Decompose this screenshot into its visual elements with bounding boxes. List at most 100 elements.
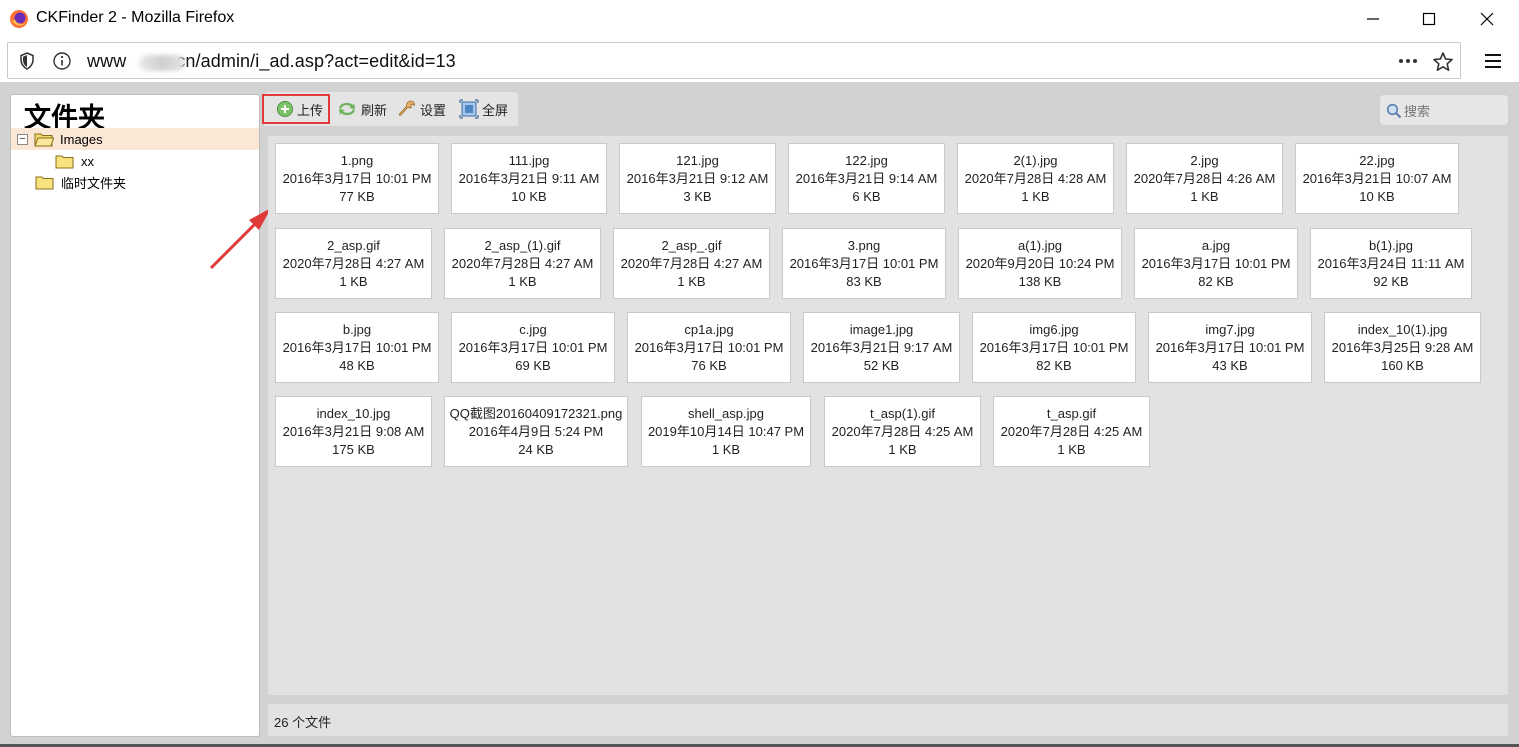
maximize-icon[interactable] bbox=[1401, 0, 1457, 38]
file-item[interactable]: t_asp(1).gif 2020年7月28日 4:25 AM 1 KB bbox=[824, 396, 981, 467]
file-item[interactable]: img6.jpg 2016年3月17日 10:01 PM 82 KB bbox=[972, 312, 1136, 383]
file-date: 2020年7月28日 4:25 AM bbox=[831, 424, 974, 439]
refresh-button[interactable]: 刷新 bbox=[336, 98, 387, 120]
file-date: 2016年3月21日 9:08 AM bbox=[282, 424, 425, 439]
file-name: 2.jpg bbox=[1190, 153, 1219, 168]
file-name: image1.jpg bbox=[849, 322, 914, 337]
tree-item-label: Images bbox=[60, 131, 103, 147]
file-date: 2016年3月17日 10:01 PM bbox=[634, 340, 784, 355]
file-name: b(1).jpg bbox=[1368, 238, 1414, 253]
fullscreen-button[interactable]: 全屏 bbox=[459, 98, 508, 120]
file-item[interactable]: a.jpg 2016年3月17日 10:01 PM 82 KB bbox=[1134, 228, 1298, 299]
collapse-toggle-icon[interactable]: − bbox=[17, 133, 28, 145]
file-date: 2020年7月28日 4:25 AM bbox=[1000, 424, 1143, 439]
file-name: 1.png bbox=[340, 153, 374, 168]
file-item[interactable]: b.jpg 2016年3月17日 10:01 PM 48 KB bbox=[275, 312, 439, 383]
file-size: 1 KB bbox=[677, 274, 706, 289]
file-item[interactable]: img7.jpg 2016年3月17日 10:01 PM 43 KB bbox=[1148, 312, 1312, 383]
file-size: 10 KB bbox=[511, 189, 547, 204]
file-item[interactable]: 111.jpg 2016年3月21日 9:11 AM 10 KB bbox=[451, 143, 607, 214]
url-prefix: www bbox=[87, 51, 127, 71]
tree-item-label: xx bbox=[81, 153, 94, 169]
file-item[interactable]: index_10.jpg 2016年3月21日 9:08 AM 175 KB bbox=[275, 396, 432, 467]
file-item[interactable]: shell_asp.jpg 2019年10月14日 10:47 PM 1 KB bbox=[641, 396, 811, 467]
file-date: 2020年7月28日 4:27 AM bbox=[282, 256, 425, 271]
file-name: 3.png bbox=[847, 238, 881, 253]
file-item[interactable]: 2_asp.gif 2020年7月28日 4:27 AM 1 KB bbox=[275, 228, 432, 299]
file-item[interactable]: 2(1).jpg 2020年7月28日 4:28 AM 1 KB bbox=[957, 143, 1114, 214]
file-date: 2016年3月17日 10:01 PM bbox=[282, 171, 432, 186]
file-name: shell_asp.jpg bbox=[688, 406, 764, 421]
fullscreen-icon bbox=[459, 99, 479, 119]
file-size: 82 KB bbox=[1198, 274, 1234, 289]
file-name: 22.jpg bbox=[1359, 153, 1395, 168]
file-size: 10 KB bbox=[1359, 189, 1395, 204]
file-item[interactable]: cp1a.jpg 2016年3月17日 10:01 PM 76 KB bbox=[627, 312, 791, 383]
search-box[interactable] bbox=[1379, 94, 1509, 126]
file-size: 1 KB bbox=[888, 442, 917, 457]
tree-item-xx[interactable]: xx bbox=[55, 150, 94, 172]
ckfinder-app: 文件夹 − Images xx 临时文件夹 上传 刷新 设置 全屏 搜索 1.p… bbox=[0, 82, 1519, 747]
settings-button[interactable]: 设置 bbox=[397, 98, 446, 120]
file-item[interactable]: 2_asp_.gif 2020年7月28日 4:27 AM 1 KB bbox=[613, 228, 770, 299]
file-size: 6 KB bbox=[852, 189, 881, 204]
file-size: 138 KB bbox=[1018, 274, 1062, 289]
file-name: 2_asp_.gif bbox=[661, 238, 722, 253]
tree-item-temp-folder[interactable]: 临时文件夹 bbox=[35, 171, 126, 193]
url-suffix: cn/admin/i_ad.asp?act=edit&id=13 bbox=[176, 51, 456, 71]
file-item[interactable]: QQ截图20160409172321.png 2016年4月9日 5:24 PM 2… bbox=[444, 396, 628, 467]
file-date: 2016年3月21日 9:17 AM bbox=[810, 340, 953, 355]
file-item[interactable]: c.jpg 2016年3月17日 10:01 PM 69 KB bbox=[451, 312, 615, 383]
file-name: index_10.jpg bbox=[316, 406, 391, 421]
file-date: 2016年3月17日 10:01 PM bbox=[979, 340, 1129, 355]
annotation-arrow-icon bbox=[209, 208, 271, 270]
file-item[interactable]: 1.png 2016年3月17日 10:01 PM 77 KB bbox=[275, 143, 439, 214]
file-item[interactable]: 122.jpg 2016年3月21日 9:14 AM 6 KB bbox=[788, 143, 945, 214]
file-name: a(1).jpg bbox=[1017, 238, 1063, 253]
file-item[interactable]: index_10(1).jpg 2016年3月25日 9:28 AM 160 KB bbox=[1324, 312, 1481, 383]
file-item[interactable]: a(1).jpg 2020年9月20日 10:24 PM 138 KB bbox=[958, 228, 1122, 299]
file-size: 160 KB bbox=[1381, 358, 1424, 373]
refresh-label: 刷新 bbox=[361, 102, 388, 118]
folder-icon bbox=[35, 175, 55, 190]
fullscreen-label: 全屏 bbox=[482, 102, 509, 118]
tree-item-images[interactable]: − Images bbox=[11, 128, 259, 150]
file-item[interactable]: 2_asp_(1).gif 2020年7月28日 4:27 AM 1 KB bbox=[444, 228, 601, 299]
file-size: 1 KB bbox=[339, 274, 368, 289]
file-size: 175 KB bbox=[332, 442, 375, 457]
file-size: 1 KB bbox=[711, 442, 741, 457]
file-date: 2016年3月21日 9:12 AM bbox=[626, 171, 769, 186]
file-size: 3 KB bbox=[683, 189, 712, 204]
minimize-icon[interactable] bbox=[1345, 0, 1401, 38]
file-item[interactable]: image1.jpg 2016年3月21日 9:17 AM 52 KB bbox=[803, 312, 960, 383]
file-item[interactable]: b(1).jpg 2016年3月24日 11:11 AM 92 KB bbox=[1310, 228, 1472, 299]
shield-icon[interactable] bbox=[17, 51, 37, 71]
file-date: 2020年7月28日 4:27 AM bbox=[620, 256, 763, 271]
close-icon[interactable] bbox=[1459, 0, 1515, 38]
file-date: 2020年7月28日 4:27 AM bbox=[451, 256, 594, 271]
file-item[interactable]: t_asp.gif 2020年7月28日 4:25 AM 1 KB bbox=[993, 396, 1150, 467]
search-input[interactable] bbox=[1404, 101, 1504, 121]
file-size: 77 KB bbox=[339, 189, 375, 204]
file-name: img7.jpg bbox=[1205, 322, 1255, 337]
file-date: 2016年3月21日 9:11 AM bbox=[458, 171, 600, 186]
file-size: 83 KB bbox=[846, 274, 882, 289]
file-name: cp1a.jpg bbox=[684, 322, 734, 337]
file-name: 121.jpg bbox=[676, 153, 719, 168]
file-item[interactable]: 3.png 2016年3月17日 10:01 PM 83 KB bbox=[782, 228, 946, 299]
folder-panel: 文件夹 − Images xx 临时文件夹 bbox=[10, 94, 260, 737]
file-name: img6.jpg bbox=[1029, 322, 1079, 337]
hamburger-menu-icon[interactable] bbox=[1480, 50, 1506, 72]
file-item[interactable]: 22.jpg 2016年3月21日 10:07 AM 10 KB bbox=[1295, 143, 1459, 214]
file-date: 2016年3月17日 10:01 PM bbox=[458, 340, 608, 355]
file-name: 2(1).jpg bbox=[1013, 153, 1058, 168]
more-actions-icon[interactable] bbox=[1397, 51, 1417, 71]
info-icon[interactable] bbox=[52, 51, 72, 71]
refresh-icon bbox=[339, 102, 355, 116]
bookmark-star-icon[interactable] bbox=[1432, 51, 1453, 71]
url-bar[interactable]: www cn/admin/i_ad.asp?act=edit&id=13 bbox=[7, 42, 1461, 79]
file-item[interactable]: 121.jpg 2016年3月21日 9:12 AM 3 KB bbox=[619, 143, 776, 214]
file-item[interactable]: 2.jpg 2020年7月28日 4:26 AM 1 KB bbox=[1126, 143, 1283, 214]
upload-highlight-box bbox=[262, 94, 330, 124]
file-name: t_asp.gif bbox=[1046, 406, 1097, 421]
